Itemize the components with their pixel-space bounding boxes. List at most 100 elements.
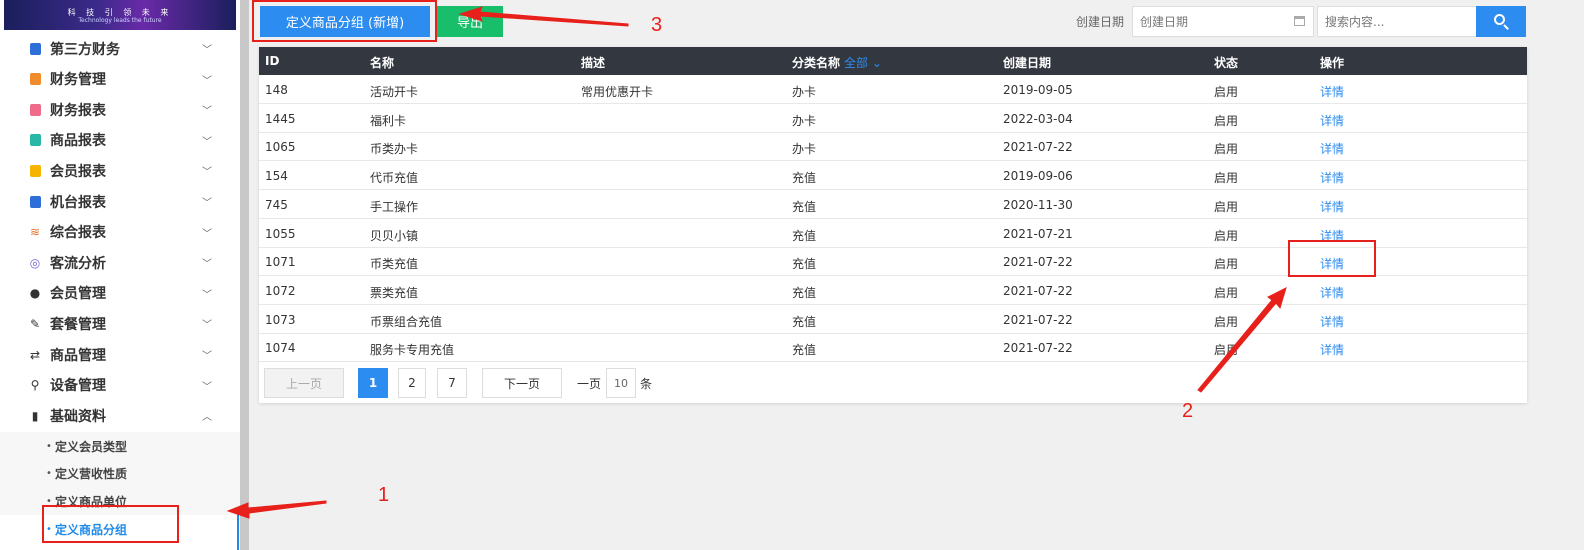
- submenu-item-3[interactable]: • 定义商品分组: [0, 515, 240, 544]
- cell-name: 代币充值: [370, 171, 419, 186]
- col-category-label: 分类名称: [792, 56, 841, 70]
- detail-link[interactable]: 详情: [1320, 313, 1344, 330]
- goods-report-icon-shape: [29, 134, 41, 147]
- sidebar-item-3[interactable]: 商品报表 ﹀: [0, 125, 240, 156]
- col-name: 名称: [370, 56, 395, 70]
- table-row: 1445 福利卡 办卡 2022-03-04 启用 详情: [259, 104, 1527, 133]
- wrench-icon: ⚲: [30, 378, 40, 393]
- search-input[interactable]: [1317, 6, 1477, 37]
- page-button-2[interactable]: 2: [398, 368, 426, 398]
- cell-desc: 常用优惠开卡: [581, 85, 654, 99]
- exchange-icon: ⇄: [29, 347, 41, 362]
- detail-link[interactable]: 详情: [1320, 112, 1344, 129]
- chevron-down-icon: ﹀: [202, 167, 212, 179]
- table-row: 1055 贝贝小镇 充值 2021-07-21 启用 详情: [259, 219, 1527, 248]
- detail-link[interactable]: 详情: [1320, 169, 1344, 186]
- sidebar-item-4[interactable]: 会员报表 ﹀: [0, 155, 240, 186]
- calendar-icon[interactable]: [1294, 16, 1305, 26]
- cell-category: 办卡: [792, 142, 817, 157]
- sidebar-item-label: 套餐管理: [50, 316, 106, 333]
- add-goods-group-button[interactable]: 定义商品分组 (新增): [260, 6, 430, 37]
- export-button[interactable]: 导出: [437, 6, 503, 37]
- cell-id: 1073: [265, 312, 296, 327]
- submenu-item-label: 定义营收性质: [55, 467, 128, 482]
- sidebar-scrollbar[interactable]: [240, 0, 249, 550]
- prev-page-button[interactable]: 上一页: [264, 368, 344, 398]
- col-date: 创建日期: [1003, 56, 1052, 70]
- bullet-icon: •: [46, 468, 52, 480]
- cell-id: 148: [265, 83, 288, 97]
- cell-status: 启用: [1214, 343, 1239, 358]
- sidebar-item-8[interactable]: ● 会员管理 ﹀: [0, 278, 240, 309]
- edit-icon: ✎: [29, 316, 41, 331]
- sidebar-item-2[interactable]: 财务报表 ﹀: [0, 94, 240, 125]
- cell-id: 1065: [265, 140, 296, 155]
- sidebar-item-label: 财务报表: [50, 102, 106, 119]
- search-icon-handle: [1503, 24, 1509, 30]
- per-page-input[interactable]: [606, 368, 636, 398]
- cell-date: 2020-11-30: [1003, 197, 1073, 212]
- sidebar-item-6[interactable]: ≋ 综合报表 ﹀: [0, 217, 240, 248]
- detail-link[interactable]: 详情: [1320, 255, 1344, 272]
- sidebar-item-11[interactable]: ⚲ 设备管理 ﹀: [0, 370, 240, 401]
- machine-report-icon: [28, 195, 42, 209]
- submenu-item-1[interactable]: • 定义营收性质: [0, 459, 240, 488]
- chevron-down-icon: ﹀: [202, 75, 212, 87]
- submenu-item-label: 定义商品分组: [55, 522, 128, 537]
- chevron-up-icon: ︿: [202, 412, 212, 424]
- sidebar: 科 技 引 领 未 来 Technology leads the future …: [0, 0, 240, 550]
- cell-name: 币票组合充值: [370, 314, 443, 329]
- detail-link[interactable]: 详情: [1320, 198, 1344, 215]
- detail-link[interactable]: 详情: [1320, 140, 1344, 157]
- page-button-7[interactable]: 7: [437, 368, 467, 398]
- submenu-item-0[interactable]: • 定义会员类型: [0, 432, 240, 460]
- page-button-1[interactable]: 1: [358, 368, 388, 398]
- sidebar-item-9[interactable]: ✎ 套餐管理 ﹀: [0, 308, 240, 339]
- chevron-down-icon: ﹀: [202, 45, 212, 56]
- detail-link[interactable]: 详情: [1320, 83, 1344, 100]
- chevron-down-icon: ⌄: [871, 56, 882, 70]
- table-row: 148 活动开卡 常用优惠开卡 办卡 2019-09-05 启用 详情: [259, 75, 1527, 104]
- cell-date: 2019-09-06: [1003, 169, 1073, 184]
- detail-link[interactable]: 详情: [1320, 227, 1344, 244]
- submenu-item-2[interactable]: • 定义商品单位: [0, 487, 240, 516]
- sidebar-item-label: 综合报表: [50, 225, 106, 242]
- col-status: 状态: [1214, 56, 1239, 70]
- cell-date: 2021-07-21: [1003, 226, 1073, 241]
- document-icon: ▮: [31, 408, 39, 423]
- bullet-icon: •: [46, 440, 52, 452]
- calculator-icon-shape: [29, 42, 41, 55]
- chevron-down-icon: ﹀: [202, 320, 212, 332]
- sidebar-item-10[interactable]: ⇄ 商品管理 ﹀: [0, 339, 240, 370]
- cell-date: 2021-07-22: [1003, 255, 1073, 270]
- cell-name: 票类充值: [370, 285, 419, 300]
- category-filter[interactable]: 全部 ⌄: [844, 56, 882, 70]
- cell-status: 启用: [1214, 85, 1239, 99]
- sidebar-item-label: 会员报表: [50, 163, 106, 180]
- detail-link[interactable]: 详情: [1320, 341, 1344, 358]
- sidebar-item-label: 客流分析: [50, 255, 106, 272]
- sidebar-item-0[interactable]: 第三方财务 ﹀: [0, 33, 240, 64]
- sidebar-item-5[interactable]: 机台报表 ﹀: [0, 186, 240, 217]
- cell-status: 启用: [1214, 257, 1239, 272]
- cell-status: 启用: [1214, 228, 1239, 243]
- sidebar-item-1[interactable]: 财务管理 ﹀: [0, 64, 240, 95]
- sidebar-item-7[interactable]: ◎ 客流分析 ﹀: [0, 247, 240, 278]
- chevron-down-icon: ﹀: [202, 136, 212, 148]
- sidebar-item-label: 商品报表: [50, 133, 106, 150]
- sidebar-item-12[interactable]: ▮ 基础资料 ︿: [0, 400, 240, 431]
- col-category: 分类名称 全部 ⌄: [792, 54, 882, 71]
- cell-date: 2019-09-05: [1003, 83, 1073, 97]
- col-desc: 描述: [581, 56, 606, 70]
- report-icon: [28, 103, 42, 117]
- detail-link[interactable]: 详情: [1320, 284, 1344, 301]
- cell-name: 服务卡专用充值: [370, 343, 455, 358]
- date-filter-input[interactable]: [1132, 6, 1314, 37]
- chevron-down-icon: ﹀: [202, 259, 212, 271]
- table-row: 745 手工操作 充值 2020-11-30 启用 详情: [259, 190, 1527, 219]
- search-button[interactable]: [1476, 6, 1526, 37]
- cell-status: 启用: [1214, 113, 1239, 128]
- next-page-button[interactable]: 下一页: [482, 368, 562, 398]
- cell-name: 手工操作: [370, 199, 419, 214]
- goods-report-icon: [28, 133, 42, 147]
